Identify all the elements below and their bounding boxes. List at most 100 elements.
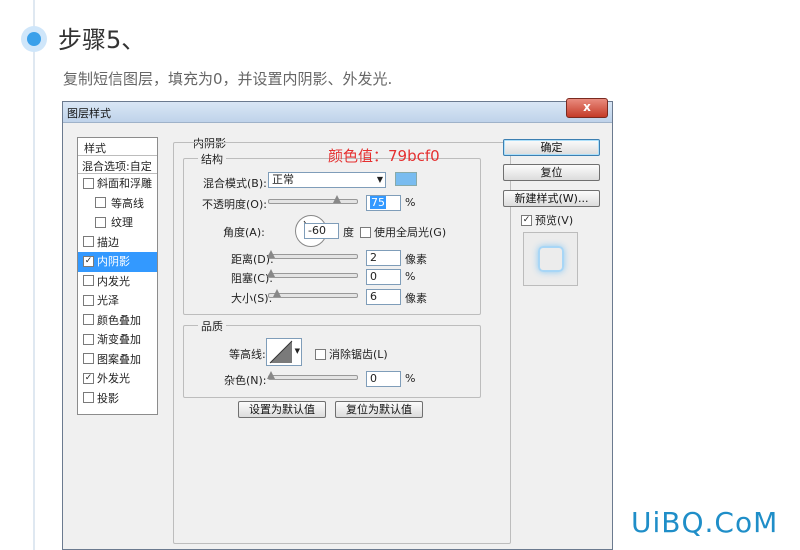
angle-unit: 度 [343, 226, 354, 239]
noise-input[interactable]: 0 [366, 371, 401, 387]
size-input[interactable]: 6 [366, 289, 401, 305]
contour-dropdown-icon[interactable]: ▼ [295, 347, 300, 355]
dialog-title: 图层样式 [67, 107, 111, 120]
sidebar-item-checkbox[interactable] [83, 314, 94, 325]
noise-slider[interactable] [267, 371, 358, 380]
sidebar-item[interactable]: 图案叠加 [78, 350, 157, 370]
sidebar-item-checkbox[interactable] [95, 216, 106, 228]
sidebar-item[interactable]: 等高线 [78, 194, 157, 214]
angle-input[interactable]: -60 [304, 223, 339, 239]
sidebar-item-checkbox[interactable] [95, 197, 106, 208]
antialias-label: 消除锯齿(L) [329, 348, 388, 361]
noise-label: 杂色(N): [224, 374, 267, 387]
antialias-checkbox-box[interactable] [315, 348, 326, 360]
global-light-checkbox[interactable]: 使用全局光(G) [360, 224, 446, 240]
sidebar-item-checkbox[interactable] [83, 294, 94, 306]
choke-slider-thumb[interactable] [267, 269, 275, 277]
cancel-button[interactable]: 复位 [503, 164, 600, 181]
opacity-input[interactable]: 75 [366, 195, 401, 211]
style-preview-thumbnail [523, 232, 578, 286]
sidebar-item-label: 内发光 [97, 274, 130, 288]
sidebar-item[interactable]: ✓ 内阴影 [78, 252, 157, 272]
distance-input[interactable]: 2 [366, 250, 401, 266]
blend-mode-select[interactable]: 正常 ▼ [268, 172, 386, 188]
opacity-label: 不透明度(O): [202, 198, 267, 211]
size-label: 大小(S): [231, 292, 273, 305]
sidebar-item-checkbox[interactable]: ✓ [83, 255, 94, 267]
timeline-dot-icon [21, 26, 47, 52]
sidebar-list: 斜面和浮雕 等高线 纹理 描边 ✓ 内阴影 内发光 光泽 颜色叠加 渐变叠加 图案叠加 ✓ 外发光 投影 [78, 174, 157, 408]
preview-checkbox-box[interactable]: ✓ [521, 214, 532, 226]
distance-slider-thumb[interactable] [267, 250, 275, 258]
sidebar-item-label: 外发光 [97, 372, 130, 385]
sidebar-blend-options[interactable]: 混合选项:自定 [78, 156, 157, 174]
sidebar-header[interactable]: 样式 [78, 138, 157, 156]
color-value-annotation: 颜色值：79bcf0 [328, 147, 440, 165]
choke-input[interactable]: 0 [366, 269, 401, 285]
sidebar-item[interactable]: 内发光 [78, 272, 157, 292]
opacity-unit: % [405, 196, 416, 209]
sidebar-item-label: 纹理 [111, 216, 133, 229]
opacity-value: 75 [370, 196, 386, 209]
size-unit: 像素 [405, 292, 427, 305]
sidebar-item-checkbox[interactable] [83, 177, 94, 189]
noise-unit: % [405, 372, 416, 385]
blend-mode-value: 正常 [272, 173, 294, 186]
new-style-button[interactable]: 新建样式(W)... [503, 190, 600, 207]
preview-glow-square [538, 246, 564, 272]
dialog-titlebar: 图层样式 x [63, 98, 612, 123]
sidebar-item-checkbox[interactable]: ✓ [83, 372, 94, 384]
structure-legend: 结构 [198, 151, 226, 167]
sidebar-item-checkbox[interactable] [83, 392, 94, 403]
noise-slider-thumb[interactable] [267, 371, 275, 379]
sidebar-item-label: 图案叠加 [97, 352, 141, 366]
sidebar-item-checkbox[interactable] [83, 333, 94, 345]
sidebar-item-label: 内阴影 [97, 255, 130, 268]
timeline-line [33, 0, 35, 550]
global-light-label: 使用全局光(G) [374, 226, 447, 239]
choke-unit: % [405, 270, 416, 283]
quality-legend: 品质 [198, 318, 226, 334]
preview-checkbox[interactable]: ✓ 预览(V) [521, 212, 573, 228]
sidebar-item-label: 渐变叠加 [97, 333, 141, 346]
sidebar-item[interactable]: 纹理 [78, 213, 157, 233]
blend-mode-label: 混合模式(B): [203, 177, 267, 190]
global-light-checkbox-box[interactable] [360, 226, 371, 238]
sidebar-item[interactable]: 描边 [78, 233, 157, 253]
sidebar-item[interactable]: 投影 [78, 389, 157, 409]
sidebar-item-checkbox[interactable] [83, 236, 94, 247]
ok-button[interactable]: 确定 [503, 139, 600, 156]
sidebar-item[interactable]: ✓ 外发光 [78, 369, 157, 389]
angle-label: 角度(A): [223, 226, 265, 239]
sidebar-item-checkbox[interactable] [83, 353, 94, 364]
reset-default-button[interactable]: 复位为默认值 [335, 401, 423, 418]
sidebar-item-checkbox[interactable] [83, 275, 94, 286]
sidebar-item[interactable]: 斜面和浮雕 [78, 174, 157, 194]
choke-slider[interactable] [267, 269, 358, 278]
distance-unit: 像素 [405, 253, 427, 266]
close-button[interactable]: x [566, 98, 608, 118]
antialias-checkbox[interactable]: 消除锯齿(L) [315, 346, 388, 362]
contour-picker[interactable]: ▼ [266, 338, 302, 366]
contour-label: 等高线: [229, 348, 266, 361]
sidebar-item[interactable]: 光泽 [78, 291, 157, 311]
size-slider-thumb[interactable] [273, 289, 281, 297]
watermark-logo: UiBQ.CoM [631, 506, 779, 539]
sidebar-item-label: 描边 [97, 235, 119, 249]
dropdown-arrow-icon: ▼ [376, 175, 383, 184]
sidebar-item-label: 斜面和浮雕 [97, 177, 152, 190]
step-title: 步骤5、 [58, 26, 146, 54]
sidebar-item[interactable]: 颜色叠加 [78, 311, 157, 331]
sidebar-item-label: 颜色叠加 [97, 313, 141, 327]
sidebar-item-label: 等高线 [111, 196, 144, 210]
opacity-slider[interactable] [268, 195, 358, 204]
preview-label: 预览(V) [535, 214, 574, 227]
shadow-color-swatch[interactable] [395, 172, 417, 186]
distance-slider[interactable] [267, 250, 358, 259]
sidebar-item[interactable]: 渐变叠加 [78, 330, 157, 350]
opacity-slider-thumb[interactable] [333, 195, 341, 203]
sidebar-item-label: 投影 [97, 391, 119, 405]
make-default-button[interactable]: 设置为默认值 [238, 401, 326, 418]
styles-sidebar: 样式 混合选项:自定 斜面和浮雕 等高线 纹理 描边 ✓ 内阴影 内发光 光泽 颜色叠加 渐变叠加… [77, 137, 158, 415]
size-slider[interactable] [268, 289, 358, 298]
